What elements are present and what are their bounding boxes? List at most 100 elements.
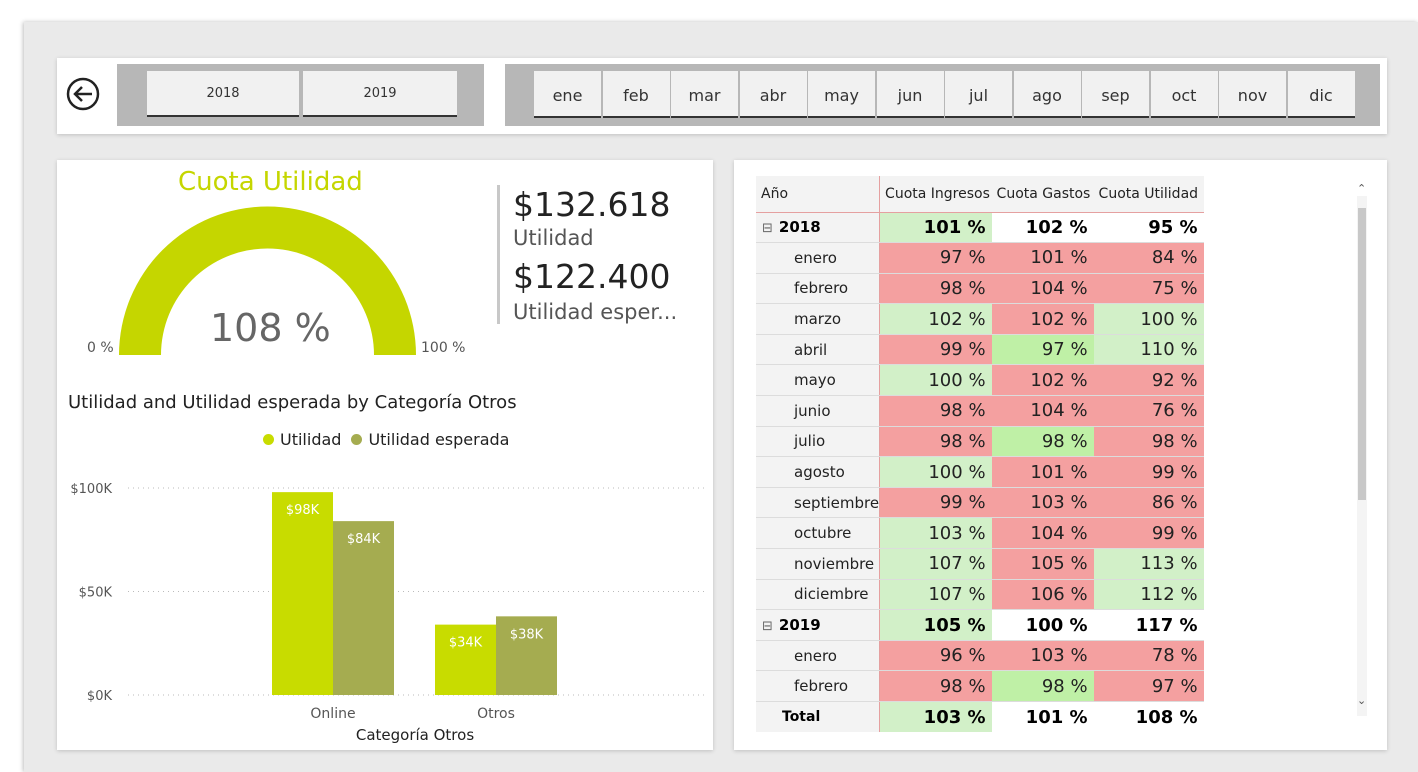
matrix-cell: 105 %	[991, 548, 1094, 580]
data-label: $38K	[510, 627, 544, 642]
matrix-cell: 97 %	[879, 242, 992, 274]
matrix-row[interactable]: diciembre 107 % 106 % 112 %	[756, 579, 1204, 611]
matrix-cell: 106 %	[991, 579, 1094, 611]
matrix-cell: 101 %	[879, 212, 992, 244]
matrix-row[interactable]: mayo 100 % 102 % 92 %	[756, 364, 1204, 397]
matrix-header-0[interactable]: Año	[756, 176, 881, 213]
matrix-cell: 99 %	[1093, 517, 1204, 550]
x-tick-label: Otros	[477, 706, 515, 722]
matrix-cell: 102 %	[879, 303, 992, 335]
matrix-cell: 103 %	[991, 640, 1094, 672]
month-button-dic[interactable]: dic	[1287, 71, 1355, 118]
month-button-jun[interactable]: jun	[876, 71, 944, 118]
bar-chart: $0K $50K $100K $98K $84K Online $34K $38K OtrosC…	[70, 482, 708, 744]
legend-dot-utilidad	[263, 434, 274, 445]
matrix-cell: 98 %	[991, 670, 1094, 702]
matrix-row[interactable]: agosto 100 % 101 % 99 %	[756, 456, 1204, 488]
month-button-abr[interactable]: abr	[739, 71, 807, 118]
matrix-cell: 86 %	[1093, 487, 1204, 519]
month-button-ago[interactable]: ago	[1013, 71, 1081, 118]
matrix-row[interactable]: enero 97 % 101 % 84 %	[756, 242, 1204, 274]
matrix-cell: 107 %	[879, 579, 992, 611]
matrix-cell: 96 %	[879, 640, 992, 672]
month-button-nov[interactable]: nov	[1219, 71, 1286, 118]
matrix-cell: 98 %	[879, 273, 992, 305]
matrix-cell: 98 %	[879, 395, 992, 427]
month-button-ene[interactable]: ene	[534, 71, 601, 118]
year-button-2018[interactable]: 2018	[147, 71, 299, 117]
month-button-feb[interactable]: feb	[602, 71, 670, 118]
matrix-cell: 76 %	[1093, 395, 1204, 427]
chart-title: Utilidad and Utilidad esperada by Catego…	[68, 392, 517, 413]
matrix-row-label: marzo	[756, 303, 881, 335]
matrix-cell: 75 %	[1093, 273, 1204, 305]
matrix-cell: 92 %	[1093, 364, 1204, 397]
matrix-row[interactable]: febrero 98 % 98 % 97 %	[756, 670, 1204, 702]
matrix-cell: 97 %	[1093, 670, 1204, 702]
collapse-icon[interactable]: ⊟	[762, 221, 773, 236]
matrix-cell: 104 %	[991, 273, 1094, 305]
matrix-header-1[interactable]: Cuota Ingresos	[879, 176, 992, 213]
y-tick-label: $50K	[79, 586, 113, 601]
total-cell: 101 %	[1025, 706, 1088, 728]
collapse-icon[interactable]: ⊟	[762, 619, 773, 634]
matrix-row[interactable]: julio 98 % 98 % 98 %	[756, 426, 1204, 458]
data-label: $98K	[286, 503, 320, 518]
year-button-2019[interactable]: 2019	[303, 71, 457, 117]
matrix-group-row[interactable]: ⊟ 2019 105 % 100 % 117 %	[756, 609, 1204, 641]
group-label: 2018	[778, 218, 821, 237]
y-tick-label: $100K	[70, 482, 112, 497]
scroll-down-icon[interactable]: ⌄	[1357, 694, 1366, 707]
chart-legend: Utilidad Utilidad esperada	[263, 430, 509, 449]
matrix-cell: 102 %	[991, 364, 1094, 397]
matrix-header-2[interactable]: Cuota Gastos	[991, 176, 1094, 213]
matrix-row-label: mayo	[756, 364, 881, 397]
matrix-cell: 98 %	[879, 426, 992, 458]
legend-dot-esperada	[351, 434, 363, 445]
matrix-cell: 99 %	[879, 487, 992, 519]
total-cell: 103 %	[879, 701, 992, 733]
matrix-row[interactable]: octubre 103 % 104 % 99 %	[756, 517, 1204, 550]
matrix-cell: 101 %	[991, 456, 1094, 488]
month-button-oct[interactable]: oct	[1150, 71, 1218, 118]
matrix-row[interactable]: enero 96 % 103 % 78 %	[756, 640, 1204, 672]
matrix-group-row[interactable]: ⊟ 2018 101 % 102 % 95 %	[756, 212, 1204, 244]
month-button-jul[interactable]: jul	[945, 71, 1012, 118]
matrix-cell: 99 %	[879, 334, 992, 366]
month-button-sep[interactable]: sep	[1082, 71, 1149, 118]
scrollbar-thumb[interactable]	[1358, 208, 1366, 500]
kpi-utilidad-value: $132.618	[513, 185, 671, 224]
matrix-cell: 104 %	[991, 395, 1094, 427]
kpi-divider	[497, 185, 500, 324]
matrix-cell: 97 %	[991, 334, 1094, 366]
x-tick-label: Online	[310, 706, 355, 722]
matrix-row[interactable]: noviembre 107 % 105 % 113 %	[756, 548, 1204, 580]
scroll-up-icon[interactable]: ⌃	[1357, 182, 1366, 195]
month-button-mar[interactable]: mar	[671, 71, 738, 118]
matrix-row[interactable]: junio 98 % 104 % 76 %	[756, 395, 1204, 427]
bar-utilidad-online	[272, 492, 333, 695]
data-label: $84K	[347, 532, 381, 547]
matrix-row[interactable]: marzo 102 % 102 % 100 %	[756, 303, 1204, 335]
matrix-cell: 105 %	[879, 609, 992, 641]
matrix-cell: 100 %	[1093, 303, 1204, 335]
matrix-cell: 98 %	[1093, 426, 1204, 458]
back-arrow-icon[interactable]	[66, 77, 100, 111]
month-slicer: ene feb mar abr may jun jul ago sep oct nov dic	[505, 64, 1380, 126]
bar-utilidad-esperada-online	[333, 521, 394, 695]
matrix-cell: 100 %	[991, 609, 1094, 641]
matrix-cell: 112 %	[1093, 579, 1204, 611]
matrix-cell: 117 %	[1093, 609, 1204, 641]
month-button-may[interactable]: may	[808, 71, 875, 118]
kpi-utilidad-label: Utilidad	[513, 226, 594, 250]
matrix-row[interactable]: febrero 98 % 104 % 75 %	[756, 273, 1204, 305]
gauge-min-label: 0 %	[87, 340, 114, 356]
matrix-cell: 102 %	[991, 303, 1094, 335]
x-axis-title: Categoría Otros	[356, 726, 474, 744]
matrix-row[interactable]: abril 99 % 97 % 110 %	[756, 334, 1204, 366]
matrix-header-3[interactable]: Cuota Utilidad	[1093, 176, 1204, 213]
matrix-row-label: noviembre	[756, 548, 881, 580]
gauge-max-label: 100 %	[421, 340, 466, 356]
matrix-row[interactable]: septiembre 99 % 103 % 86 %	[756, 487, 1204, 519]
matrix-row-label: agosto	[756, 456, 881, 488]
